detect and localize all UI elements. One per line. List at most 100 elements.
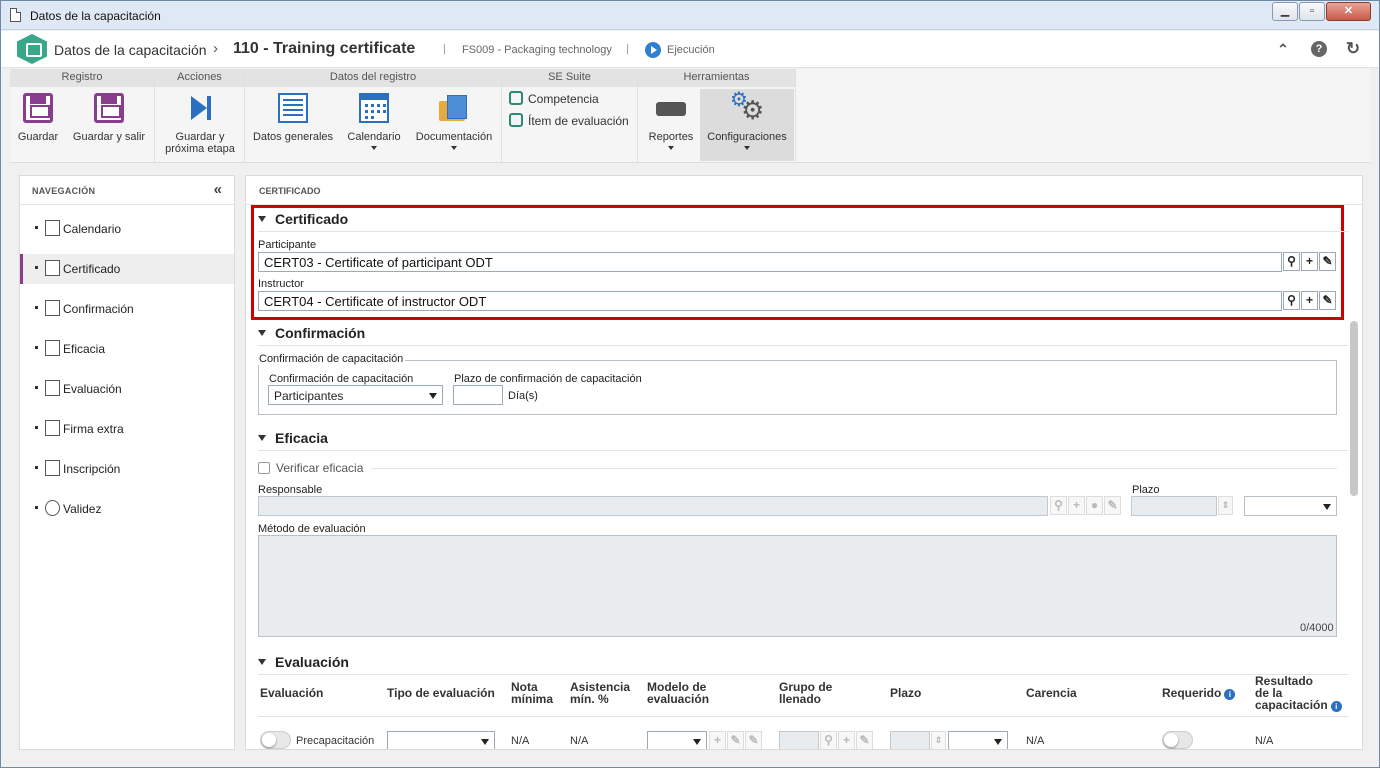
- add-icon[interactable]: +: [1068, 496, 1085, 515]
- deadline-label: Plazo de confirmación de capacitación: [454, 373, 642, 385]
- nav-item-inscripcion[interactable]: Inscripción: [20, 454, 234, 484]
- navigation-title: NAVEGACIÓN: [32, 186, 96, 196]
- general-data-button[interactable]: Datos generales: [249, 89, 337, 161]
- section-evaluacion[interactable]: Evaluación: [258, 654, 349, 670]
- documentation-button[interactable]: Documentación: [411, 89, 497, 161]
- navigation-header: NAVEGACIÓN «: [20, 176, 234, 205]
- clear-icon[interactable]: ✎: [856, 731, 873, 749]
- save-exit-icon: [94, 93, 124, 123]
- nav-item-label: Firma extra: [63, 422, 124, 436]
- chevron-down-icon: [371, 146, 377, 150]
- search-icon[interactable]: ⚲: [1050, 496, 1067, 515]
- evaluation-item-link[interactable]: Ítem de evaluación: [509, 113, 629, 128]
- evaluation-icon: [45, 380, 60, 396]
- deadline-unit: Día(s): [508, 390, 538, 402]
- chevron-down-icon: [1323, 504, 1331, 510]
- method-textarea[interactable]: [258, 535, 1337, 637]
- nav-item-eficacia[interactable]: Eficacia: [20, 334, 234, 364]
- responsible-field[interactable]: [258, 496, 1048, 516]
- divider: [258, 450, 1348, 451]
- record-title: 110 - Training certificate: [233, 40, 416, 57]
- evaluation-type-select[interactable]: [387, 731, 495, 749]
- pre-training-toggle[interactable]: [260, 731, 291, 749]
- add-icon[interactable]: +: [1301, 252, 1318, 271]
- competence-link[interactable]: Competencia: [509, 91, 599, 106]
- nav-item-certificado[interactable]: Certificado: [20, 254, 234, 284]
- add-icon[interactable]: +: [1301, 291, 1318, 310]
- section-certificado[interactable]: Certificado: [258, 211, 348, 227]
- fill-group-input[interactable]: [779, 731, 819, 749]
- instructor-label: Instructor: [258, 278, 304, 290]
- nav-item-label: Calendario: [63, 222, 122, 236]
- nav-item-evaluacion[interactable]: Evaluación: [20, 374, 234, 404]
- clear-icon[interactable]: ✎: [1319, 252, 1336, 271]
- clear-icon[interactable]: ✎: [1319, 291, 1336, 310]
- save-next-stage-button[interactable]: Guardar y próxima etapa: [159, 89, 241, 161]
- nav-item-label: Evaluación: [63, 382, 122, 396]
- calendar-button[interactable]: Calendario: [341, 89, 407, 161]
- divider: [371, 468, 1337, 469]
- search-icon[interactable]: ⚲: [1283, 252, 1300, 271]
- collapse-up-icon[interactable]: ⌃: [1275, 41, 1291, 57]
- instructor-field[interactable]: CERT04 - Certificate of instructor ODT: [258, 291, 1282, 311]
- verify-efficacy-checkbox[interactable]: [258, 462, 270, 474]
- settings-button[interactable]: Configuraciones: [700, 87, 794, 161]
- divider: [258, 345, 1348, 346]
- ribbon-group-title: Datos del registro: [245, 69, 501, 87]
- bullet: [35, 466, 38, 469]
- navigation-panel: NAVEGACIÓN « Calendario Certificado Conf…: [19, 175, 235, 750]
- close-button[interactable]: ✕: [1326, 2, 1371, 21]
- breadcrumb-app[interactable]: Datos de la capacitación: [54, 42, 207, 58]
- maximize-button[interactable]: ▫: [1299, 2, 1325, 21]
- info-icon[interactable]: i: [1224, 689, 1236, 700]
- chevron-down-icon: [693, 739, 701, 745]
- help-icon[interactable]: ?: [1311, 41, 1327, 57]
- chevron-down-icon: [451, 146, 457, 150]
- deadline-input[interactable]: [453, 385, 503, 405]
- content-title: CERTIFICADO: [259, 186, 321, 196]
- save-and-exit-button[interactable]: Guardar y salir: [68, 89, 150, 161]
- record-subtitle: FS009 - Packaging technology: [462, 44, 612, 56]
- stepper-icon[interactable]: ⇕: [931, 731, 946, 749]
- minimize-button[interactable]: ▁: [1272, 2, 1298, 21]
- term-input[interactable]: [1131, 496, 1217, 516]
- chevron-down-icon: [481, 739, 489, 745]
- term-unit-select[interactable]: [948, 731, 1008, 749]
- nav-item-firma-extra[interactable]: Firma extra: [20, 414, 234, 444]
- result-value: N/A: [1255, 735, 1274, 747]
- nav-item-calendario[interactable]: Calendario: [20, 214, 234, 244]
- vertical-scrollbar[interactable]: [1350, 321, 1358, 496]
- divider: [258, 674, 1348, 675]
- evaluation-model-select[interactable]: [647, 731, 707, 749]
- section-confirmacion[interactable]: Confirmación: [258, 325, 365, 341]
- required-toggle[interactable]: [1162, 731, 1193, 749]
- competence-icon: [509, 91, 523, 105]
- add-icon[interactable]: +: [709, 731, 726, 749]
- user-icon[interactable]: ●: [1086, 496, 1103, 515]
- nav-item-confirmacion[interactable]: Confirmación: [20, 294, 234, 324]
- ribbon-group-title: Registro: [10, 69, 154, 87]
- collapse-panel-icon[interactable]: «: [214, 181, 222, 198]
- add-icon[interactable]: +: [838, 731, 855, 749]
- stepper-icon[interactable]: ⇕: [1218, 496, 1233, 515]
- chevron-down-icon: [994, 739, 1002, 745]
- term-input[interactable]: [890, 731, 930, 749]
- bullet: [35, 426, 38, 429]
- clear-icon[interactable]: ✎: [1104, 496, 1121, 515]
- confirmation-select[interactable]: Participantes: [268, 385, 443, 405]
- participant-field[interactable]: CERT03 - Certificate of participant ODT: [258, 252, 1282, 272]
- refresh-icon[interactable]: ↻: [1345, 40, 1361, 57]
- clear-icon[interactable]: ✎: [745, 731, 762, 749]
- term-unit-select[interactable]: [1244, 496, 1337, 516]
- edit-icon[interactable]: ✎: [727, 731, 744, 749]
- save-button[interactable]: Guardar: [12, 89, 64, 161]
- gears-icon: [730, 87, 764, 126]
- reports-button[interactable]: Reportes: [642, 89, 700, 161]
- status-label: Ejecución: [667, 44, 715, 56]
- collapse-triangle-icon: [258, 659, 266, 665]
- search-icon[interactable]: ⚲: [1283, 291, 1300, 310]
- info-icon[interactable]: i: [1330, 701, 1342, 712]
- search-icon[interactable]: ⚲: [820, 731, 837, 749]
- section-eficacia[interactable]: Eficacia: [258, 430, 328, 446]
- nav-item-validez[interactable]: Validez: [20, 494, 234, 524]
